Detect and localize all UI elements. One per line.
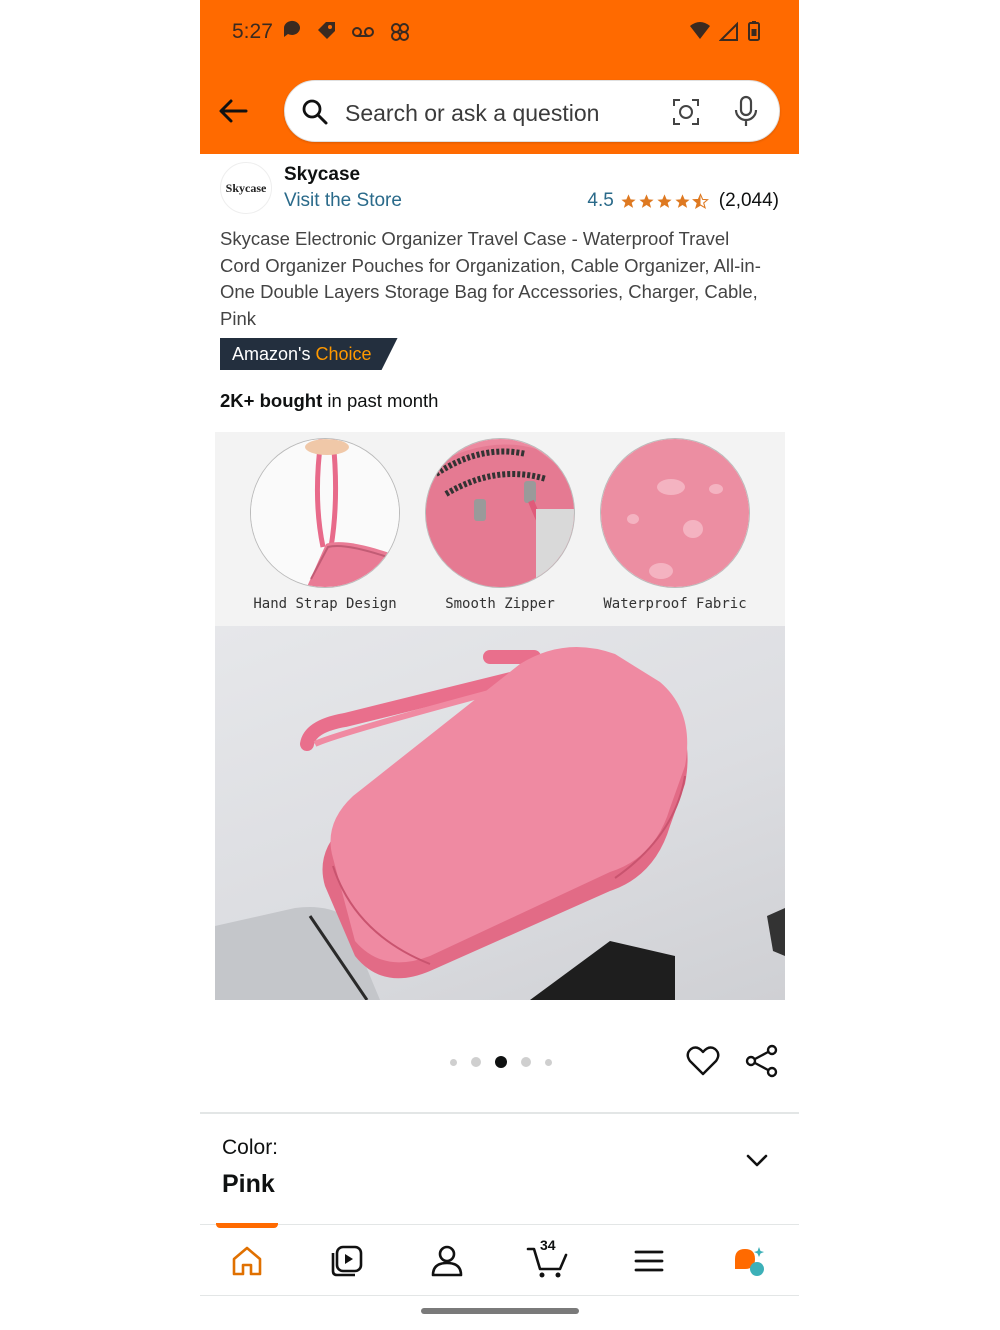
home-icon[interactable]: [229, 1243, 265, 1279]
color-value: Pink: [222, 1170, 275, 1198]
gesture-home-bar[interactable]: [421, 1308, 579, 1314]
camera-lens-icon[interactable]: [671, 97, 701, 127]
pinwheel-icon: [391, 23, 409, 41]
cart-count: 34: [540, 1237, 556, 1253]
section-divider: [200, 1112, 799, 1114]
star-rating: [620, 192, 709, 210]
store-name: Skycase: [284, 164, 361, 185]
rating-summary[interactable]: 4.5 (2,044): [587, 190, 779, 212]
waterproof-fabric-photo: [600, 438, 750, 588]
search-header: Search or ask a question: [200, 66, 799, 154]
carousel-dot-active[interactable]: [495, 1056, 507, 1068]
smooth-zipper-photo: [425, 438, 575, 588]
star-icon: [621, 193, 636, 208]
battery-icon: [748, 21, 760, 41]
visit-store-link[interactable]: Visit the Store: [284, 190, 402, 212]
star-icon: [675, 193, 690, 208]
system-icons: [689, 20, 761, 42]
star-icon: [639, 193, 654, 208]
hand-strap-photo: [250, 438, 400, 588]
carousel-dot[interactable]: [450, 1058, 457, 1066]
feature-waterproof-fabric: Waterproof Fabric: [595, 438, 755, 612]
carousel-dot[interactable]: [471, 1057, 481, 1067]
status-time: 5:27: [232, 20, 273, 43]
search-icon: [302, 99, 328, 125]
voicemail-icon: [352, 27, 374, 37]
star-icon: [657, 193, 672, 208]
search-input[interactable]: Search or ask a question: [345, 100, 599, 127]
tag-icon: [318, 22, 335, 39]
notification-icons: [282, 18, 412, 46]
video-icon[interactable]: [329, 1243, 365, 1279]
share-icon[interactable]: [744, 1044, 780, 1078]
feature-hand-strap: Hand Strap Design: [245, 438, 405, 612]
feature-label: Smooth Zipper: [445, 596, 555, 612]
feature-label: Waterproof Fabric: [603, 596, 747, 612]
feature-smooth-zipper: Smooth Zipper: [420, 438, 580, 612]
rating-count: (2,044): [718, 190, 779, 211]
chevron-down-icon[interactable]: [744, 1150, 770, 1170]
rating-value: 4.5: [587, 190, 614, 211]
carousel-dots[interactable]: [450, 1056, 552, 1068]
rufus-icon[interactable]: [731, 1243, 767, 1279]
carousel-dot[interactable]: [545, 1058, 552, 1066]
cart-button[interactable]: 34: [526, 1237, 570, 1279]
heart-icon[interactable]: [686, 1044, 720, 1078]
amazons-choice-badge[interactable]: Amazon's Choice: [220, 338, 398, 370]
bought-count: 2K+ bought: [220, 390, 323, 411]
bought-period: in past month: [322, 390, 439, 411]
bottom-navigation: 34: [200, 1223, 799, 1296]
search-bar[interactable]: Search or ask a question: [284, 80, 780, 142]
badge-prefix: Amazon's: [232, 343, 311, 364]
feature-label: Hand Strap Design: [253, 596, 397, 612]
store-logo[interactable]: Skycase: [220, 162, 272, 214]
color-label: Color:: [222, 1136, 279, 1159]
status-bar: 5:27: [200, 0, 799, 66]
carousel-dot[interactable]: [521, 1057, 531, 1067]
active-tab-indicator: [216, 1223, 278, 1228]
cell-signal-icon: [719, 21, 738, 41]
product-title: Skycase Electronic Organizer Travel Case…: [220, 228, 761, 329]
purchase-count: 2K+ bought in past month: [220, 390, 438, 412]
product-image-carousel[interactable]: Hand Strap Design Smooth Zipper Waterpro…: [215, 432, 785, 1000]
back-arrow-icon[interactable]: [216, 94, 250, 128]
menu-icon[interactable]: [631, 1243, 667, 1279]
half-star-icon: [691, 192, 709, 209]
account-icon[interactable]: [429, 1243, 465, 1279]
wifi-icon: [690, 22, 710, 39]
badge-suffix: Choice: [315, 343, 372, 364]
phone-screen: 5:27 Search or ask a question Skycase Sk…: [200, 0, 799, 1330]
chat-bubble-icon: [283, 20, 300, 37]
product-photo: [215, 626, 785, 1000]
microphone-icon[interactable]: [733, 95, 759, 129]
feature-highlights: Hand Strap Design Smooth Zipper Waterpro…: [215, 432, 785, 626]
